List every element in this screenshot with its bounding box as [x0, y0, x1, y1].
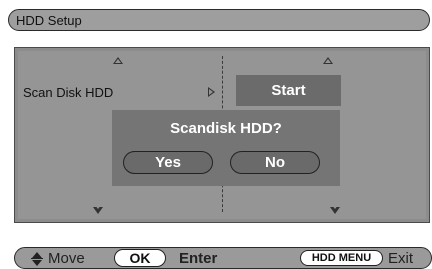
- right-scroll-up-icon[interactable]: [323, 57, 333, 64]
- move-hint-label: Move: [48, 250, 85, 267]
- scan-disk-label[interactable]: Scan Disk HDD: [23, 85, 113, 100]
- no-button[interactable]: No: [230, 151, 320, 174]
- left-scroll-down-icon[interactable]: [93, 205, 103, 214]
- right-caret-icon: [208, 87, 215, 97]
- hdd-menu-button[interactable]: HDD MENU: [300, 250, 383, 266]
- confirm-dialog: Scandisk HDD? Yes No: [112, 110, 340, 186]
- move-updown-icon: [31, 252, 43, 266]
- left-scroll-up-icon[interactable]: [113, 57, 123, 64]
- exit-hint-label: Exit: [388, 250, 414, 267]
- title-bar: HDD Setup: [8, 9, 430, 31]
- ok-button[interactable]: OK: [114, 249, 166, 267]
- yes-button[interactable]: Yes: [123, 151, 213, 174]
- dialog-title: Scandisk HDD?: [170, 120, 282, 137]
- start-button[interactable]: Start: [236, 75, 341, 106]
- enter-hint-label: Enter: [179, 250, 218, 267]
- page-title: HDD Setup: [16, 13, 82, 28]
- right-scroll-down-icon[interactable]: [330, 205, 340, 214]
